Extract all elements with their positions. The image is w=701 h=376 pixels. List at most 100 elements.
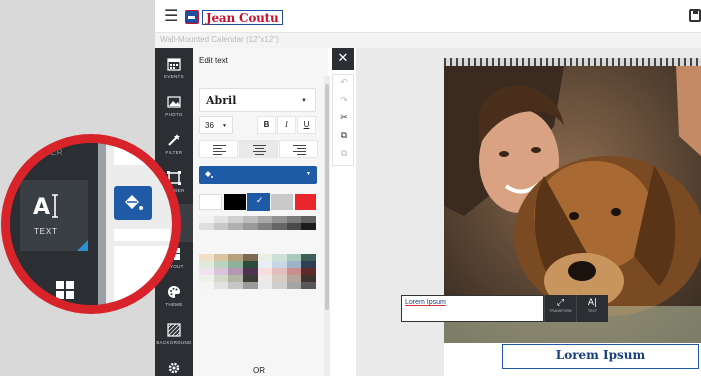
save-icon[interactable] <box>689 9 701 22</box>
color-swatch[interactable] <box>228 268 243 275</box>
color-swatch[interactable] <box>228 261 243 268</box>
color-swatch[interactable] <box>301 275 316 282</box>
color-swatch[interactable] <box>272 282 287 289</box>
redo-icon[interactable]: ↷ <box>338 96 350 106</box>
color-swatch[interactable] <box>242 275 258 282</box>
cut-icon[interactable]: ✂ <box>338 113 350 123</box>
text-edit-input[interactable]: Lorem Ipsum <box>401 295 544 322</box>
color-swatch[interactable] <box>228 254 243 261</box>
color-swatch[interactable] <box>199 261 214 268</box>
color-swatch[interactable] <box>286 282 302 289</box>
hamburger-menu-icon[interactable]: ☰ <box>164 8 180 24</box>
align-right-button[interactable] <box>279 140 318 158</box>
copy-icon[interactable]: ⧉ <box>338 131 350 141</box>
color-swatch[interactable] <box>199 275 214 282</box>
color-swatch[interactable] <box>228 223 243 230</box>
align-left-button[interactable] <box>199 140 238 158</box>
color-swatch[interactable] <box>286 216 302 223</box>
color-swatch[interactable] <box>242 216 258 223</box>
rail-item-photo[interactable]: PHOTO <box>155 90 193 128</box>
calendar-title-textbox[interactable]: Lorem Ipsum <box>502 344 699 369</box>
color-swatch[interactable] <box>286 254 302 261</box>
color-swatch[interactable] <box>246 193 271 211</box>
brand-logo[interactable]: Jean Coutu <box>185 9 283 25</box>
color-swatch[interactable] <box>242 223 258 230</box>
zoomed-white-area <box>114 229 170 241</box>
paste-icon[interactable]: ⧉ <box>338 149 350 159</box>
italic-button[interactable]: I <box>277 116 296 134</box>
color-swatch[interactable] <box>199 216 214 223</box>
color-swatch[interactable] <box>199 282 214 289</box>
text-tool-button[interactable]: A| TEXT <box>576 295 608 322</box>
color-swatch[interactable] <box>228 282 243 289</box>
chevron-down-icon: ▼ <box>222 123 227 129</box>
color-swatch[interactable] <box>199 194 223 210</box>
color-swatch[interactable] <box>272 216 287 223</box>
color-swatch[interactable] <box>257 275 273 282</box>
chevron-down-icon: ▼ <box>306 171 311 177</box>
color-swatch[interactable] <box>301 223 316 230</box>
font-family-value: Abril <box>206 94 237 107</box>
color-swatch[interactable] <box>294 194 317 210</box>
color-swatch[interactable] <box>272 275 287 282</box>
color-swatch[interactable] <box>242 268 258 275</box>
color-swatch[interactable] <box>213 275 229 282</box>
color-swatch[interactable] <box>228 275 243 282</box>
color-swatch[interactable] <box>199 254 214 261</box>
font-family-select[interactable]: Abril ▼ <box>199 88 316 112</box>
text-edit-value: Lorem Ipsum <box>405 299 446 306</box>
color-swatch[interactable] <box>272 261 287 268</box>
panel-scrollbar[interactable] <box>325 84 329 310</box>
rail-item-settings[interactable] <box>155 356 193 376</box>
background-icon <box>167 323 181 337</box>
color-swatch[interactable] <box>257 261 273 268</box>
color-swatch[interactable] <box>301 254 316 261</box>
app-window: ☰ Jean Coutu Wall-Mounted Calendar (12"x… <box>155 0 701 376</box>
color-swatch[interactable] <box>257 268 273 275</box>
color-swatch[interactable] <box>213 261 229 268</box>
color-swatch[interactable] <box>301 216 316 223</box>
bold-button[interactable]: B <box>257 116 276 134</box>
color-swatch[interactable] <box>213 268 229 275</box>
color-swatch[interactable] <box>213 216 229 223</box>
rail-item-background[interactable]: BACKGROUND <box>155 318 193 356</box>
color-swatch[interactable] <box>272 254 287 261</box>
undo-icon[interactable]: ↶ <box>338 78 350 88</box>
rail-item-events[interactable]: EVENTS <box>155 52 193 90</box>
color-swatch[interactable] <box>242 254 258 261</box>
zoomed-color-button <box>114 186 152 220</box>
color-swatch[interactable] <box>301 261 316 268</box>
text-context-toolbar: ⤢ TRANSFORM A| TEXT <box>544 295 608 322</box>
color-swatch[interactable] <box>224 194 246 210</box>
color-swatch[interactable] <box>257 282 273 289</box>
color-swatch[interactable] <box>257 254 273 261</box>
color-swatch[interactable] <box>242 282 258 289</box>
color-swatch[interactable] <box>301 268 316 275</box>
align-center-button[interactable] <box>239 140 278 158</box>
color-swatch[interactable] <box>286 275 302 282</box>
color-swatch[interactable] <box>228 216 243 223</box>
font-size-value: 36 <box>205 121 214 130</box>
color-swatch[interactable] <box>213 282 229 289</box>
color-swatch[interactable] <box>199 223 214 230</box>
color-swatch[interactable] <box>213 254 229 261</box>
color-swatch[interactable] <box>257 223 273 230</box>
color-swatch[interactable] <box>272 268 287 275</box>
color-swatch[interactable] <box>242 261 258 268</box>
font-size-select[interactable]: 36 ▼ <box>199 116 233 134</box>
wire-binding <box>444 58 701 66</box>
color-swatch[interactable] <box>272 223 287 230</box>
transform-button[interactable]: ⤢ TRANSFORM <box>544 295 576 322</box>
close-panel-button[interactable]: ✕ <box>332 48 354 70</box>
calendar-title-text: Lorem Ipsum <box>555 348 646 362</box>
text-color-select[interactable]: ▼ <box>199 166 317 184</box>
color-swatch[interactable] <box>213 223 229 230</box>
color-swatch[interactable] <box>286 268 302 275</box>
underline-button[interactable]: U <box>297 116 316 134</box>
color-swatch[interactable] <box>257 216 273 223</box>
color-swatch[interactable] <box>199 268 214 275</box>
color-swatch[interactable] <box>286 261 302 268</box>
color-swatch[interactable] <box>271 194 293 210</box>
color-swatch[interactable] <box>301 282 316 289</box>
color-swatch[interactable] <box>286 223 302 230</box>
